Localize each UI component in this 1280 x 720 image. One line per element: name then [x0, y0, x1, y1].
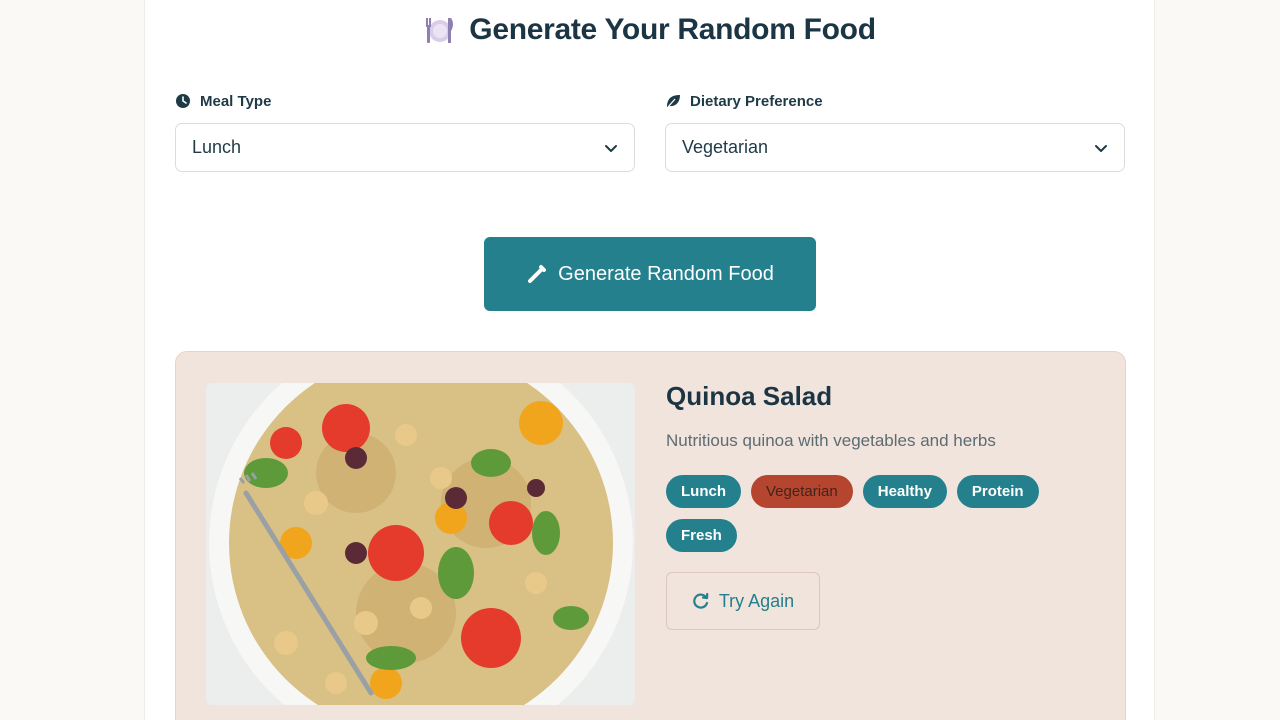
- meal-type-select[interactable]: Lunch: [175, 123, 635, 172]
- food-tags: Lunch Vegetarian Healthy Protein Fresh: [666, 475, 1096, 552]
- main-panel: Generate Your Random Food Meal Type Lunc…: [144, 0, 1155, 720]
- tag-healthy: Healthy: [862, 475, 947, 508]
- meal-type-field: Meal Type Lunch: [175, 90, 635, 172]
- tag-fresh: Fresh: [666, 519, 737, 552]
- magic-wand-icon: [526, 263, 548, 285]
- food-result-card: Quinoa Salad Nutritious quinoa with vege…: [175, 351, 1126, 720]
- chevron-down-icon: [1094, 141, 1108, 155]
- clock-icon: [175, 93, 191, 109]
- tag-vegetarian: Vegetarian: [751, 475, 853, 508]
- dietary-select[interactable]: Vegetarian: [665, 123, 1125, 172]
- tag-lunch: Lunch: [666, 475, 741, 508]
- plate-utensils-icon: [423, 13, 457, 47]
- food-image: [206, 383, 635, 705]
- generate-button-label: Generate Random Food: [558, 262, 774, 285]
- tag-protein: Protein: [956, 475, 1039, 508]
- food-name: Quinoa Salad: [666, 381, 833, 411]
- dietary-label: Dietary Preference: [690, 92, 823, 110]
- page-header: Generate Your Random Food: [145, 10, 1154, 50]
- dietary-label-row: Dietary Preference: [665, 90, 1125, 112]
- leaf-icon: [665, 93, 681, 109]
- food-description: Nutritious quinoa with vegetables and he…: [666, 431, 996, 450]
- try-again-label: Try Again: [718, 590, 795, 611]
- dietary-field: Dietary Preference Vegetarian: [665, 90, 1125, 172]
- generate-random-food-button[interactable]: Generate Random Food: [484, 237, 816, 311]
- refresh-icon: [692, 592, 710, 610]
- dietary-value: Vegetarian: [682, 137, 769, 157]
- chevron-down-icon: [604, 141, 618, 155]
- try-again-button[interactable]: Try Again: [666, 572, 820, 630]
- meal-type-value: Lunch: [192, 137, 242, 157]
- meal-type-label-row: Meal Type: [175, 90, 635, 112]
- meal-type-label: Meal Type: [200, 92, 272, 110]
- page-title: Generate Your Random Food: [469, 13, 876, 46]
